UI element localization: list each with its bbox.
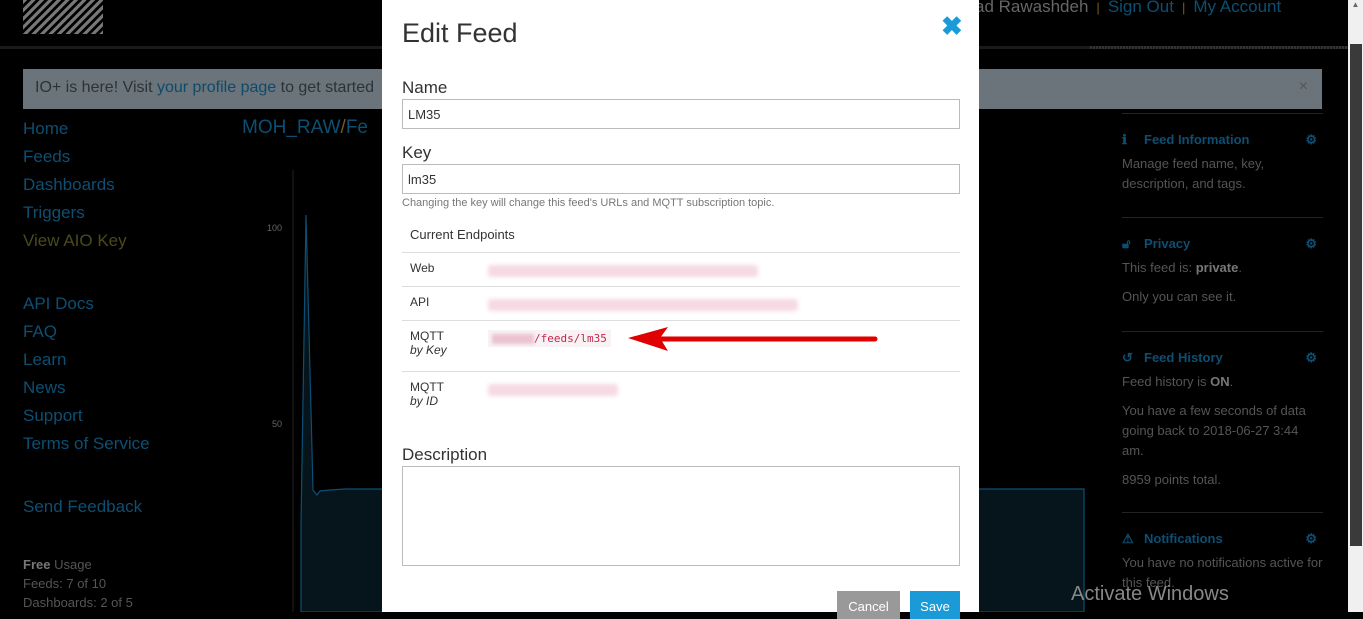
divider	[1122, 217, 1323, 218]
privacy-value: private	[1195, 260, 1239, 275]
redacted-url	[488, 299, 798, 311]
sidebar-item-feeds[interactable]: Feeds	[23, 143, 150, 171]
sidebar-item-api-docs[interactable]: API Docs	[23, 290, 150, 318]
plan-name: Free	[23, 557, 51, 572]
cancel-button[interactable]: Cancel	[837, 591, 900, 619]
sidebar-item-send-feedback[interactable]: Send Feedback	[23, 493, 150, 521]
sidebar-item-dashboards[interactable]: Dashboards	[23, 171, 150, 199]
sidebar-item-view-aio-key[interactable]: View AIO Key	[23, 227, 150, 255]
divider	[1122, 331, 1323, 332]
history-icon: ↺	[1122, 350, 1133, 365]
adafruit-io-logo[interactable]	[23, 0, 103, 34]
redacted-id	[488, 384, 618, 396]
history-panel: ↺ Feed History ⚙ Feed history is ON. You h…	[1122, 348, 1323, 499]
close-icon[interactable]: ✖	[941, 11, 963, 42]
endpoints-title: Current Endpoints	[410, 227, 515, 242]
sidebar: Home Feeds Dashboards Triggers View AIO …	[23, 115, 150, 521]
divider	[1122, 512, 1323, 513]
tick-label-50: 50	[272, 419, 282, 429]
history-gear-icon[interactable]: ⚙	[1305, 348, 1317, 368]
save-button[interactable]: Save	[910, 591, 960, 619]
endpoint-row-web: Web	[402, 252, 960, 286]
usage-info: Free Usage Feeds: 7 of 10 Dashboards: 2 …	[23, 555, 133, 612]
sidebar-item-home[interactable]: Home	[23, 115, 150, 143]
privacy-title[interactable]: Privacy	[1144, 236, 1190, 251]
dashboards-usage: Dashboards: 2 of 5	[23, 595, 133, 610]
username: ad Rawashdeh	[975, 0, 1089, 16]
usage-label: Usage	[54, 557, 92, 572]
name-input[interactable]	[402, 99, 960, 129]
scrollbar-thumb[interactable]	[1350, 44, 1362, 546]
endpoint-label: MQTT	[410, 329, 444, 343]
history-points: 8959 points total.	[1122, 472, 1222, 487]
privacy-text: This feed is:	[1122, 260, 1196, 275]
modal-title: Edit Feed	[402, 18, 518, 48]
notice-text: IO+ is here! Visit	[35, 79, 157, 96]
red-arrow-annotation	[628, 327, 878, 351]
name-label: Name	[402, 78, 448, 97]
description-label: Description	[402, 445, 488, 464]
breadcrumb: MOH_RAW/Fe	[242, 117, 368, 139]
endpoint-row-mqtt-id: MQTT by ID	[402, 371, 960, 422]
sidebar-item-learn[interactable]: Learn	[23, 346, 150, 374]
profile-page-link[interactable]: your profile page	[157, 79, 276, 96]
endpoint-label: API	[410, 295, 430, 309]
feed-info-title[interactable]: Feed Information	[1144, 132, 1249, 147]
feed-info-text: Manage feed name, key, description, and …	[1122, 156, 1265, 191]
breadcrumb-feed[interactable]: Fe	[346, 117, 368, 138]
tick-label-100: 100	[267, 223, 282, 233]
endpoint-label: MQTT	[410, 380, 444, 394]
history-title[interactable]: Feed History	[1144, 350, 1223, 365]
notifications-title[interactable]: Notifications	[1144, 531, 1223, 546]
edit-feed-modal: Edit Feed ✖ Name Key Changing the key wi…	[382, 0, 979, 619]
sidebar-item-terms[interactable]: Terms of Service	[23, 430, 150, 458]
warning-icon: ⚠	[1122, 531, 1134, 546]
sign-out-link[interactable]: Sign Out	[1108, 0, 1174, 16]
privacy-panel: 🔓︎ Privacy ⚙ This feed is: private. Only y…	[1122, 234, 1323, 316]
history-text: Feed history is	[1122, 374, 1211, 389]
info-icon: ℹ	[1122, 132, 1127, 147]
history-range: You have a few seconds of data going bac…	[1122, 403, 1306, 458]
privacy-gear-icon[interactable]: ⚙	[1305, 234, 1317, 254]
redacted-url	[488, 265, 758, 277]
sidebar-item-support[interactable]: Support	[23, 402, 150, 430]
my-account-link[interactable]: My Account	[1193, 0, 1281, 16]
activate-windows-watermark: Activate Windows	[1071, 583, 1229, 605]
sidebar-item-triggers[interactable]: Triggers	[23, 199, 150, 227]
description-textarea[interactable]	[402, 466, 960, 566]
notifications-gear-icon[interactable]: ⚙	[1305, 529, 1317, 549]
key-input[interactable]	[402, 164, 960, 194]
endpoint-label: Web	[410, 261, 435, 275]
breadcrumb-user[interactable]: MOH_RAW	[242, 117, 341, 138]
history-value: ON	[1210, 374, 1230, 389]
key-help-text: Changing the key will change this feed's…	[402, 197, 775, 209]
divider	[1122, 113, 1323, 114]
privacy-note: Only you can see it.	[1122, 289, 1237, 304]
unlock-icon: 🔓︎	[1122, 236, 1131, 251]
close-notice-icon[interactable]: ×	[1299, 78, 1308, 96]
sidebar-item-news[interactable]: News	[23, 374, 150, 402]
feed-info-panel: ℹ Feed Information ⚙ Manage feed name, key…	[1122, 130, 1323, 203]
key-label: Key	[402, 143, 432, 162]
scroll-up-icon[interactable]: ▲	[1348, 0, 1363, 9]
feed-info-gear-icon[interactable]: ⚙	[1305, 130, 1317, 150]
endpoints-table: Current Endpoints Web API MQTT by Key/fee…	[402, 220, 960, 422]
feeds-usage: Feeds: 7 of 10	[23, 576, 107, 591]
endpoint-row-api: API	[402, 286, 960, 320]
notice-text-suffix: to get started	[276, 79, 375, 96]
loading-indicator	[1090, 46, 1348, 49]
mqtt-topic[interactable]: /feeds/lm35	[488, 330, 611, 347]
sidebar-item-faq[interactable]: FAQ	[23, 318, 150, 346]
top-nav: ad Rawashdeh | Sign Out | My Account	[975, 0, 1281, 17]
endpoint-sublabel: by ID	[410, 394, 439, 408]
